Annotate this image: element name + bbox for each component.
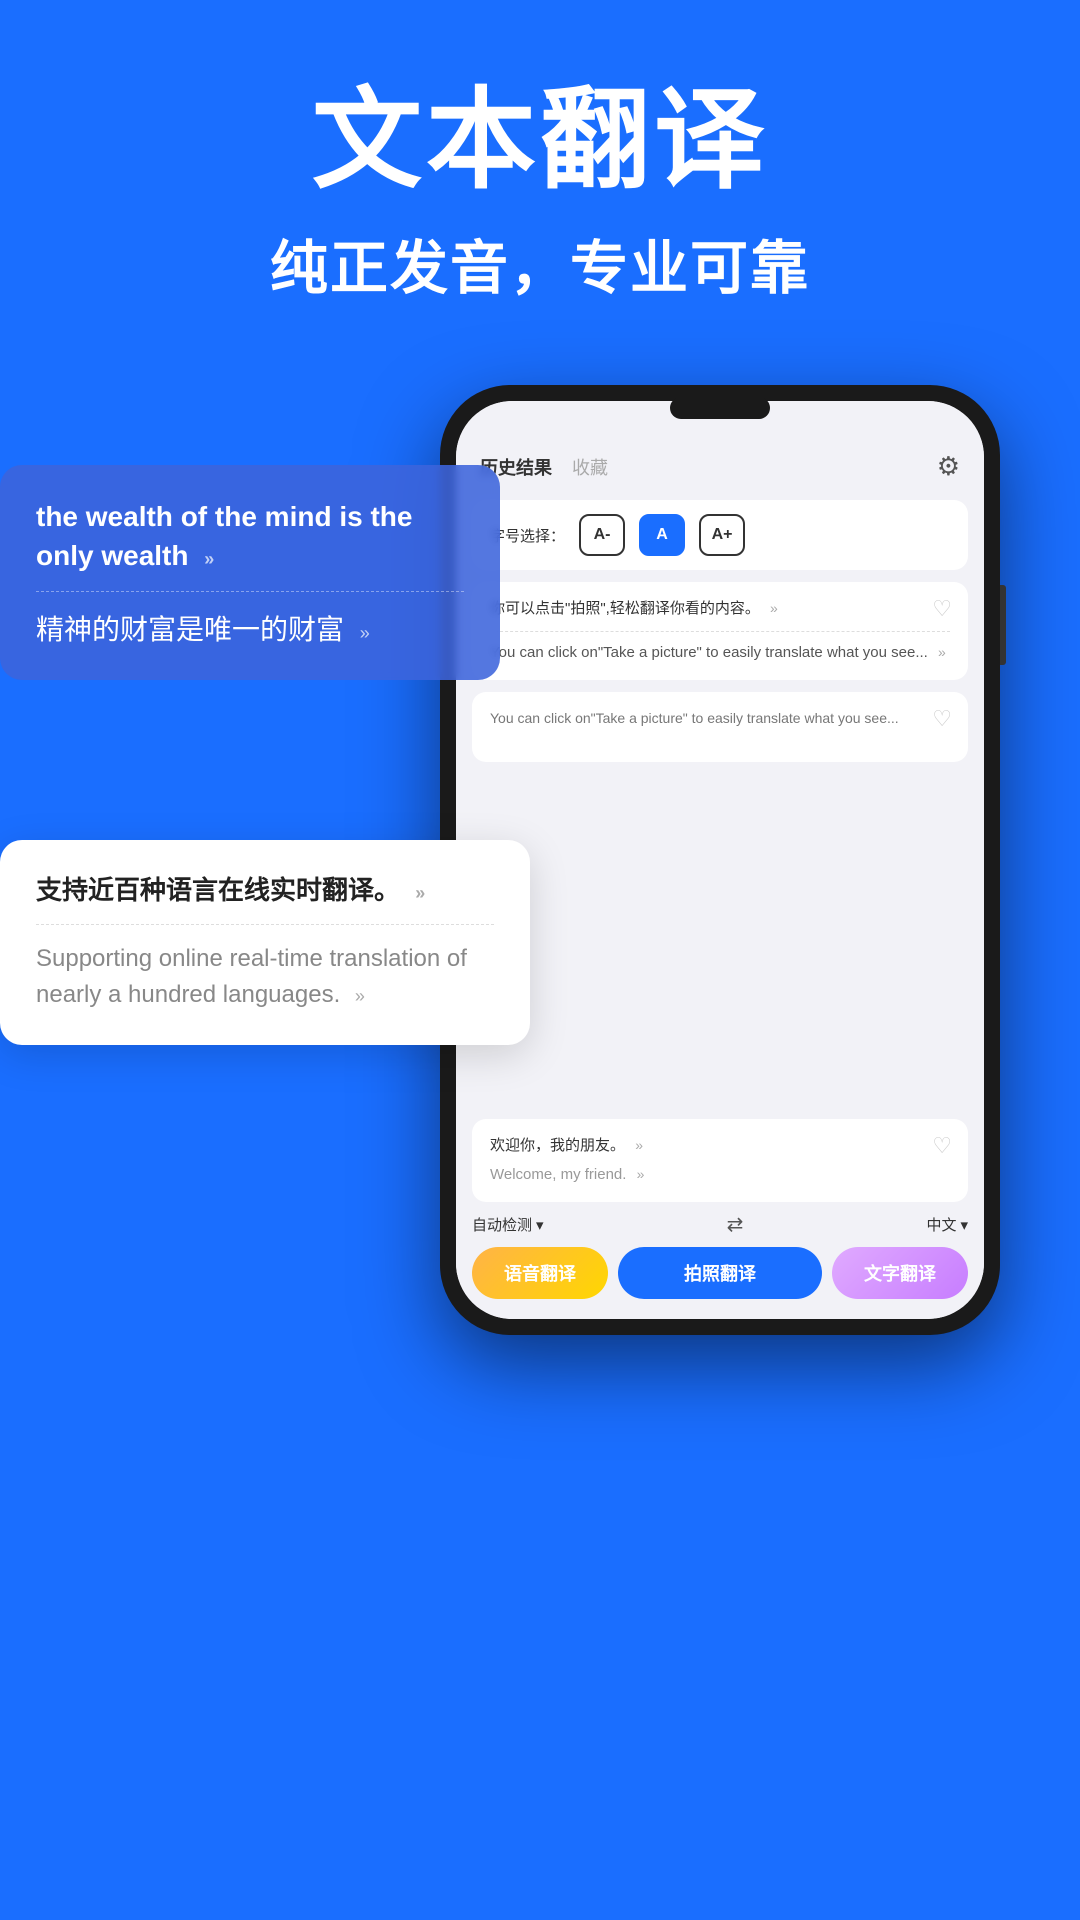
- heart-icon-3[interactable]: ♡: [932, 1133, 952, 1159]
- float-card-1-text-en: the wealth of the mind is the only wealt…: [36, 497, 464, 575]
- text-translate-button[interactable]: 文字翻译: [832, 1247, 968, 1299]
- history-card-1: ♡ 你可以点击"拍照",轻松翻译你看的内容。 » You can click o…: [472, 582, 968, 680]
- voice-translate-button[interactable]: 语音翻译: [472, 1247, 608, 1299]
- phone-notch: [670, 397, 770, 419]
- history-card-2: ♡ You can click on"Take a picture" to ea…: [472, 692, 968, 762]
- float-card-2-text-zh: 支持近百种语言在线实时翻译。 »: [36, 872, 494, 908]
- screen-content: 字号选择： A- A A+ ♡ 你可以点击"拍照",轻松翻译你看的内容。 » Y…: [456, 492, 984, 782]
- favorites-tab[interactable]: 收藏: [572, 454, 608, 480]
- heart-icon-1[interactable]: ♡: [932, 596, 952, 622]
- float-card-2-sound-icon[interactable]: »: [415, 881, 425, 906]
- hero-section: 文本翻译 纯正发音，专业可靠: [0, 0, 1080, 345]
- sound-icon-1a[interactable]: »: [770, 598, 778, 619]
- phone-area: the wealth of the mind is the only wealt…: [0, 385, 1080, 1335]
- float-card-2-divider: [36, 924, 494, 925]
- font-size-card: 字号选择： A- A A+: [472, 500, 968, 570]
- history-card-1-en: You can click on"Take a picture" to easi…: [490, 642, 950, 665]
- photo-translate-button[interactable]: 拍照翻译: [618, 1247, 822, 1299]
- font-large-button[interactable]: A+: [699, 514, 745, 556]
- sound-icon-3b[interactable]: »: [637, 1164, 645, 1185]
- history-card-2-stub: You can click on"Take a picture" to easi…: [490, 708, 950, 729]
- float-card-2: 支持近百种语言在线实时翻译。 » Supporting online real-…: [0, 840, 530, 1045]
- font-small-button[interactable]: A-: [579, 514, 625, 556]
- sound-icon-3a[interactable]: »: [635, 1135, 643, 1156]
- font-size-label: 字号选择：: [490, 525, 565, 546]
- phone-bottom: ♡ 欢迎你，我的朋友。 » Welcome, my friend. » 自动检测…: [456, 1109, 984, 1319]
- font-medium-button[interactable]: A: [639, 514, 685, 556]
- float-card-1-sound-icon[interactable]: »: [204, 547, 214, 572]
- hero-subtitle: 纯正发音，专业可靠: [40, 221, 1040, 305]
- lang-selector-row: 自动检测 ▾ ⇄ 中文 ▾: [472, 1212, 968, 1237]
- card-1-divider: [490, 631, 950, 632]
- heart-icon-2[interactable]: ♡: [932, 706, 952, 732]
- history-card-3-en: Welcome, my friend. »: [490, 1164, 950, 1187]
- hero-title: 文本翻译: [40, 80, 1040, 201]
- history-card-3-zh: 欢迎你，我的朋友。 »: [490, 1135, 950, 1158]
- float-card-1-divider: [36, 591, 464, 592]
- history-card-3: ♡ 欢迎你，我的朋友。 » Welcome, my friend. »: [472, 1119, 968, 1202]
- float-card-2-text-en: Supporting online real-time translation …: [36, 941, 494, 1013]
- settings-icon[interactable]: ⚙: [937, 451, 960, 482]
- float-card-1-text-zh: 精神的财富是唯一的财富 »: [36, 608, 464, 648]
- float-card-2-sound-en-icon[interactable]: »: [355, 983, 365, 1010]
- source-lang-button[interactable]: 自动检测 ▾: [472, 1214, 544, 1235]
- target-lang-button[interactable]: 中文 ▾: [926, 1214, 968, 1235]
- screen-header-left: 历史结果 收藏: [480, 454, 608, 480]
- action-buttons-row: 语音翻译 拍照翻译 文字翻译: [472, 1247, 968, 1299]
- float-card-1-sound-zh-icon[interactable]: »: [360, 623, 370, 644]
- history-card-1-zh: 你可以点击"拍照",轻松翻译你看的内容。 »: [490, 598, 950, 621]
- sound-icon-1b[interactable]: »: [938, 642, 946, 663]
- float-card-1: the wealth of the mind is the only wealt…: [0, 465, 500, 680]
- phone-screen: 历史结果 收藏 ⚙ 字号选择： A- A A+ ♡ 你可以点击"拍照",轻松: [456, 401, 984, 1319]
- phone-side-button: [1000, 585, 1006, 665]
- swap-lang-button[interactable]: ⇄: [727, 1212, 744, 1237]
